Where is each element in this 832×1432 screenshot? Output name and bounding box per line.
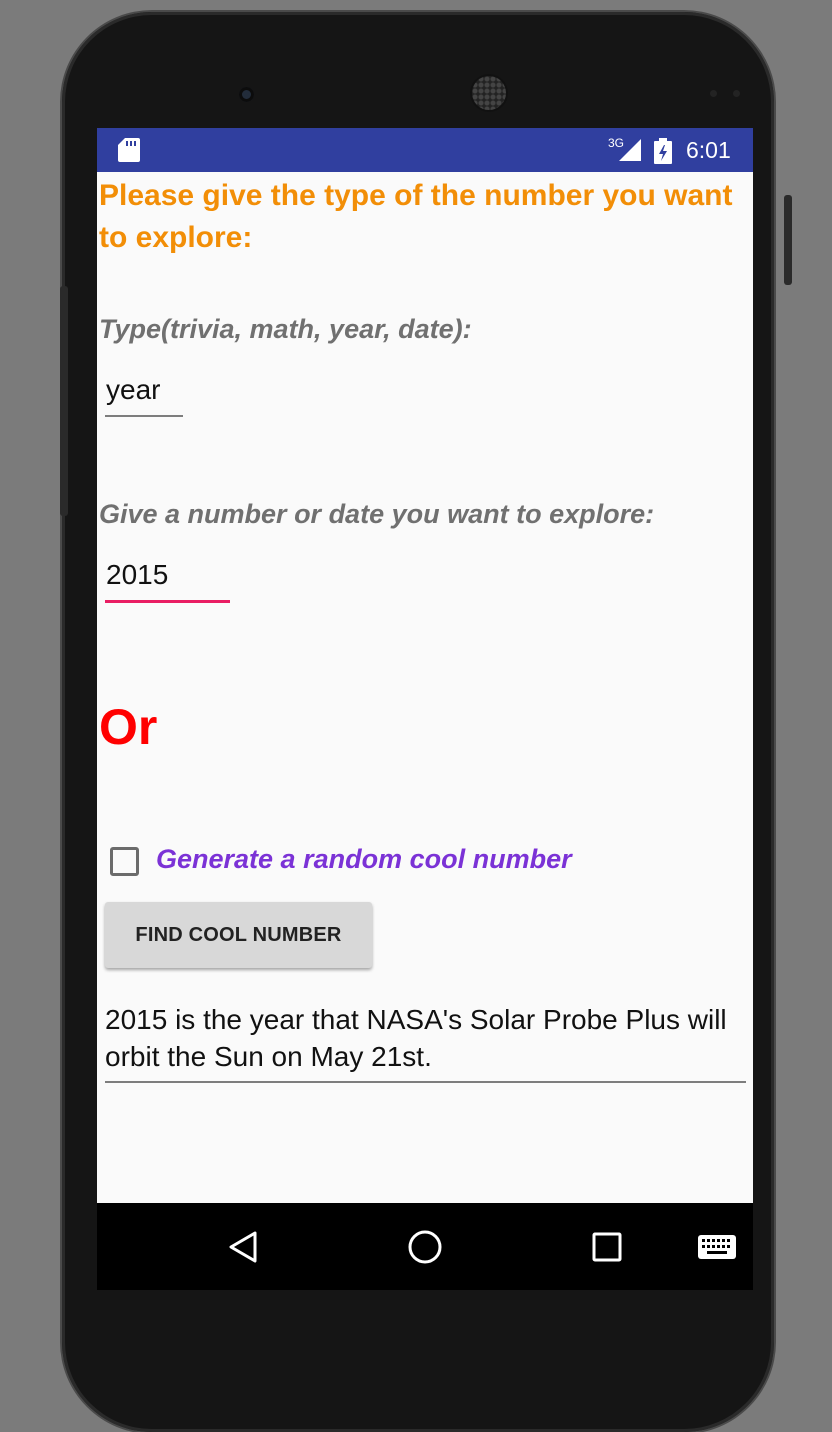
earpiece-speaker	[472, 76, 506, 110]
random-number-checkbox-label[interactable]: Generate a random cool number	[156, 844, 572, 875]
home-icon	[408, 1230, 442, 1263]
sd-card-icon	[118, 138, 140, 162]
number-input[interactable]: 2015	[105, 559, 168, 591]
status-bar: 3G 6:01	[97, 128, 753, 172]
type-input[interactable]: year	[105, 374, 160, 406]
keyboard-button[interactable]	[689, 1203, 745, 1290]
light-sensor	[733, 90, 740, 97]
proximity-sensor	[710, 90, 717, 97]
page-heading: Please give the type of the number you w…	[99, 179, 733, 254]
type-input-underline	[105, 415, 183, 417]
random-number-checkbox[interactable]	[110, 847, 139, 876]
find-cool-number-button[interactable]: FIND COOL NUMBER	[105, 902, 372, 968]
clock: 6:01	[686, 137, 731, 163]
keyboard-icon	[698, 1234, 736, 1259]
result-underline	[105, 1081, 746, 1083]
navigation-bar	[97, 1203, 753, 1290]
power-button	[784, 195, 792, 285]
front-camera	[239, 87, 254, 102]
recents-icon	[592, 1232, 622, 1261]
screen: 3G 6:01 Please give the type of the numb…	[97, 128, 753, 1290]
back-button[interactable]	[211, 1203, 275, 1290]
recents-button[interactable]	[575, 1203, 639, 1290]
volume-button	[60, 286, 68, 516]
battery-icon	[654, 138, 672, 164]
result-text[interactable]: 2015 is the year that NASA's Solar Probe…	[105, 1001, 745, 1075]
number-label: Give a number or date you want to explor…	[99, 499, 655, 529]
back-icon	[229, 1231, 257, 1262]
type-label: Type(trivia, math, year, date):	[99, 314, 472, 344]
number-input-underline	[105, 600, 230, 603]
home-button[interactable]	[393, 1203, 457, 1290]
or-label: Or	[99, 699, 158, 755]
signal-icon	[619, 139, 641, 161]
